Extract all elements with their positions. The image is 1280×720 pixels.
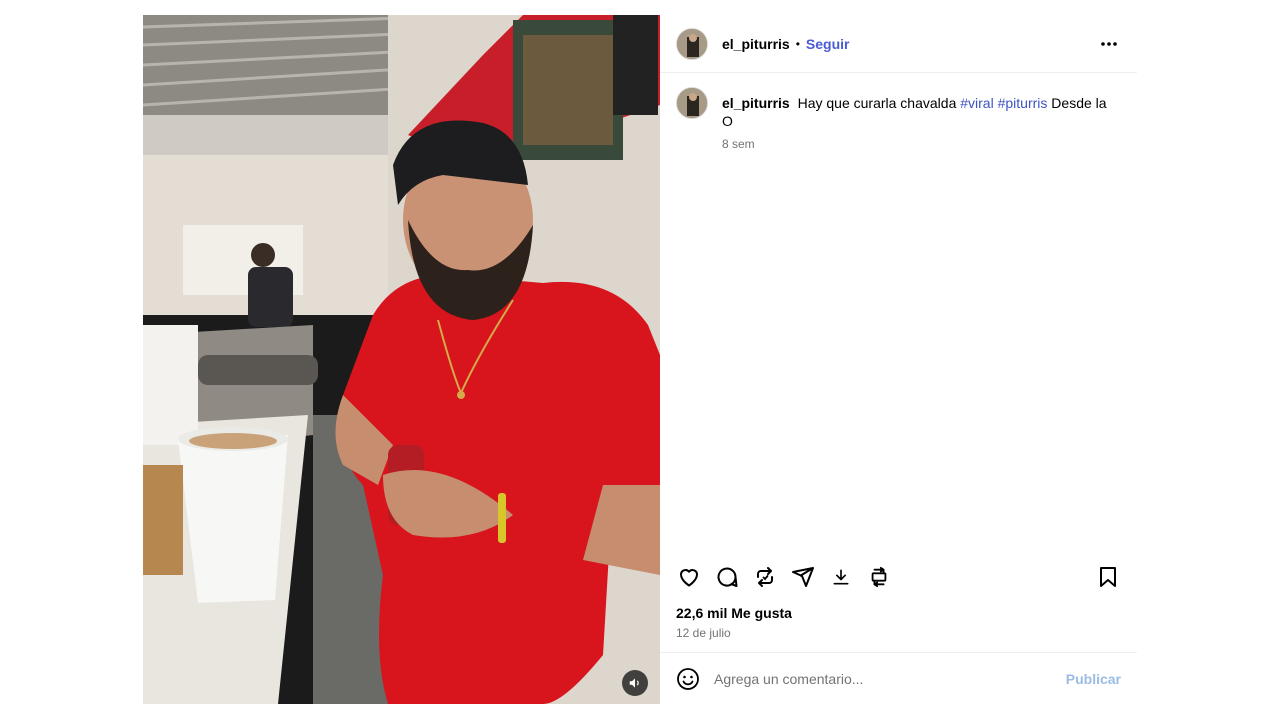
download-button[interactable] xyxy=(828,564,854,590)
header-separator: • xyxy=(795,36,800,51)
follow-button[interactable]: Seguir xyxy=(806,36,850,52)
like-button[interactable] xyxy=(676,564,702,590)
post-header: el_piturris • Seguir xyxy=(660,15,1137,73)
caption-text: el_piturris Hay que curarla chavalda #vi… xyxy=(722,94,1121,130)
likes-count[interactable]: 22,6 mil Me gusta xyxy=(660,605,1137,621)
author-avatar[interactable] xyxy=(676,27,708,60)
emoji-button[interactable] xyxy=(676,667,700,691)
post-side-panel: el_piturris • Seguir el_piturris Hay que… xyxy=(660,15,1137,704)
add-comment-bar: Publicar xyxy=(660,652,1137,704)
post-date: 12 de julio xyxy=(676,626,731,640)
video-frame-illustration xyxy=(143,15,660,704)
volume-icon xyxy=(629,678,639,688)
bookmark-icon xyxy=(1100,567,1116,587)
share-button[interactable] xyxy=(790,564,816,590)
avatar-image xyxy=(677,28,707,59)
caption-message: Hay que curarla chavalda xyxy=(797,95,957,111)
caption-row: el_piturris Hay que curarla chavalda #vi… xyxy=(676,87,1121,151)
comment-icon xyxy=(717,567,738,587)
repost-frame-icon xyxy=(871,566,887,588)
download-icon xyxy=(833,569,849,585)
repost-button[interactable] xyxy=(752,564,778,590)
hashtag-link[interactable]: #viral xyxy=(960,95,993,111)
comment-button[interactable] xyxy=(714,564,740,590)
repost-icon xyxy=(757,567,773,587)
hashtag-link[interactable]: #piturris xyxy=(998,95,1048,111)
comment-input[interactable] xyxy=(714,670,1066,687)
send-icon xyxy=(792,567,814,587)
comments-section: el_piturris Hay que curarla chavalda #vi… xyxy=(660,73,1137,555)
caption-username[interactable]: el_piturris xyxy=(722,95,790,111)
publish-button[interactable]: Publicar xyxy=(1066,671,1121,687)
emoji-icon xyxy=(677,667,699,690)
author-username[interactable]: el_piturris xyxy=(722,36,790,52)
caption-author-avatar[interactable] xyxy=(676,87,708,119)
save-button[interactable] xyxy=(1095,564,1121,590)
action-bar xyxy=(660,555,1137,599)
post-video[interactable] xyxy=(143,15,660,704)
caption-body: el_piturris Hay que curarla chavalda #vi… xyxy=(722,87,1121,151)
post-container: el_piturris • Seguir el_piturris Hay que… xyxy=(143,15,1137,704)
avatar-image xyxy=(677,88,707,118)
mute-toggle-button[interactable] xyxy=(622,670,648,696)
repost-frame-button[interactable] xyxy=(866,564,892,590)
heart-icon xyxy=(680,569,698,587)
caption-age[interactable]: 8 sem xyxy=(722,137,1121,151)
more-horizontal-icon xyxy=(1101,41,1117,46)
more-options-button[interactable] xyxy=(1097,32,1121,56)
